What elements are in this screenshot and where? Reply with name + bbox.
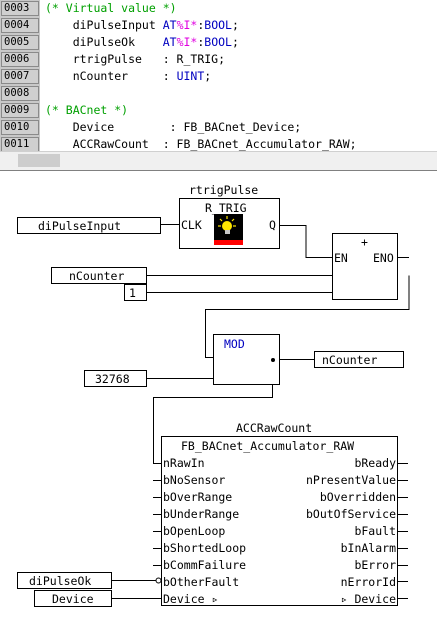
code-token: %I* [176, 35, 198, 49]
code-token: BOOL [204, 35, 232, 49]
code-line[interactable]: 0006 rtrigPulse : R_TRIG; [0, 51, 437, 68]
code-token: %I* [176, 18, 198, 32]
code-token: diPulseOk [45, 35, 163, 49]
code-token: (* BACnet *) [45, 103, 129, 117]
mod-operator: MOD [224, 337, 245, 351]
code-token: AT [162, 35, 177, 49]
code-token: Device : FB_BACnet_Device; [45, 120, 302, 134]
acc-output-pin[interactable]: nPresentValue [306, 473, 396, 487]
add-block[interactable]: + EN ENO [332, 233, 398, 300]
acc-output-pin[interactable]: bOutOfService [306, 507, 396, 521]
declaration-editor[interactable]: 0003 (* Virtual value *) 0004 diPulseInput… [0, 0, 437, 151]
acc-output-pin[interactable]: bInAlarm [341, 541, 396, 555]
code-token: ; [204, 69, 212, 83]
code-token: ; [231, 35, 239, 49]
acc-input-pin[interactable]: bOpenLoop [163, 524, 225, 538]
code-token: (* Virtual value *) [45, 1, 177, 15]
line-number: 0004 [1, 18, 39, 33]
code-text: ACCRawCount : FB_BACnet_Accumulator_RAW; [45, 136, 357, 151]
acc-output-pin[interactable]: bFault [354, 524, 396, 538]
input-nCounter-label: nCounter [69, 269, 125, 283]
input-constant-1-label: 1 [129, 286, 136, 300]
code-line[interactable]: 0008 [0, 85, 437, 102]
acc-output-pin[interactable]: ▹ Device [341, 592, 396, 606]
horizontal-scrollbar[interactable] [0, 151, 437, 170]
acc-input-pin[interactable]: nRawIn [163, 456, 205, 470]
code-token: ; [231, 18, 239, 32]
line-number: 0006 [1, 52, 39, 67]
input-Device[interactable]: Device [34, 590, 112, 607]
acc-input-pin[interactable]: bUnderRange [163, 507, 239, 521]
mod-block[interactable]: MOD [213, 334, 280, 385]
code-text: Device : FB_BACnet_Device; [45, 119, 302, 136]
code-token: nCounter : [45, 69, 177, 83]
add-operator: + [361, 235, 368, 249]
code-line[interactable]: 0003 (* Virtual value *) [0, 0, 437, 17]
scrollbar-thumb[interactable] [18, 154, 60, 167]
code-token: ACCRawCount : FB_BACnet_Accumulator_RAW; [45, 137, 357, 151]
rtrig-clk-pin: CLK [181, 218, 202, 232]
add-eno-pin: ENO [373, 251, 394, 265]
fbd-network: rtrigPulse R_TRIG CLK Q diPulseInput + E… [0, 171, 437, 633]
code-token: BOOL [204, 18, 232, 32]
acc-type: FB_BACnet_Accumulator_RAW [181, 439, 355, 453]
acc-input-pin[interactable]: bShortedLoop [163, 541, 246, 555]
acc-output-pin[interactable]: bReady [354, 456, 396, 470]
line-number: 0003 [1, 1, 39, 16]
code-line[interactable]: 0007 nCounter : UINT; [0, 68, 437, 85]
line-number: 0005 [1, 35, 39, 50]
acc-output-pin[interactable]: bError [354, 558, 396, 572]
input-diPulseOk[interactable]: diPulseOk [17, 572, 112, 589]
code-text: (* Virtual value *) [45, 0, 177, 17]
acc-block[interactable]: FB_BACnet_Accumulator_RAW nRawIn bNoSenso… [161, 436, 398, 606]
acc-input-pin[interactable]: bOtherFault [163, 575, 239, 589]
acc-input-pin[interactable]: bCommFailure [163, 558, 246, 572]
code-token: rtrigPulse : R_TRIG; [45, 52, 226, 66]
code-line[interactable]: 0009 (* BACnet *) [0, 102, 437, 119]
input-Device-label: Device [52, 592, 94, 606]
add-en-pin: EN [334, 251, 348, 265]
input-constant-32768[interactable]: 32768 [84, 370, 147, 387]
acc-output-pin[interactable]: nErrorId [341, 575, 396, 589]
line-number: 0008 [1, 86, 39, 101]
code-token: AT [162, 18, 177, 32]
line-number: 0009 [1, 103, 39, 118]
code-token: diPulseInput [45, 18, 163, 32]
acc-instance-name: ACCRawCount [236, 421, 313, 435]
code-text: nCounter : UINT; [45, 68, 212, 85]
output-nCounter[interactable]: nCounter [314, 351, 404, 368]
code-text: (* BACnet *) [45, 102, 128, 119]
code-text: rtrigPulse : R_TRIG; [45, 51, 225, 68]
code-text: diPulseOk AT%I*:BOOL; [45, 34, 239, 51]
input-nCounter[interactable]: nCounter [51, 267, 147, 284]
input-diPulseInput[interactable]: diPulseInput [17, 217, 161, 234]
code-line[interactable]: 0011 ACCRawCount : FB_BACnet_Accumulator… [0, 136, 437, 151]
output-nCounter-label: nCounter [322, 353, 378, 367]
acc-input-pin[interactable]: Device ▹ [163, 592, 218, 606]
line-number: 0007 [1, 69, 39, 84]
line-number: 0011 [1, 137, 39, 151]
lightbulb-icon [214, 214, 243, 245]
line-number: 0010 [1, 120, 39, 135]
input-constant-32768-label: 32768 [95, 372, 130, 386]
acc-input-pin[interactable]: bOverRange [163, 490, 232, 504]
rtrig-block[interactable]: R_TRIG CLK Q [179, 198, 280, 249]
code-text: diPulseInput AT%I*:BOOL; [45, 17, 239, 34]
rtrig-q-pin: Q [269, 218, 276, 232]
acc-output-pin[interactable]: bOverridden [320, 490, 396, 504]
input-diPulseOk-label: diPulseOk [29, 574, 92, 588]
input-diPulseInput-label: diPulseInput [38, 219, 122, 233]
code-line[interactable]: 0005 diPulseOk AT%I*:BOOL; [0, 34, 437, 51]
rtrig-instance-name: rtrigPulse [189, 183, 259, 197]
junction-dot [270, 357, 275, 362]
acc-input-pin[interactable]: bNoSensor [163, 473, 225, 487]
input-constant-1[interactable]: 1 [124, 284, 147, 301]
code-line[interactable]: 0010 Device : FB_BACnet_Device; [0, 119, 437, 136]
code-line[interactable]: 0004 diPulseInput AT%I*:BOOL; [0, 17, 437, 34]
code-token: UINT [176, 69, 205, 83]
rtrig-type: R_TRIG [205, 201, 247, 215]
